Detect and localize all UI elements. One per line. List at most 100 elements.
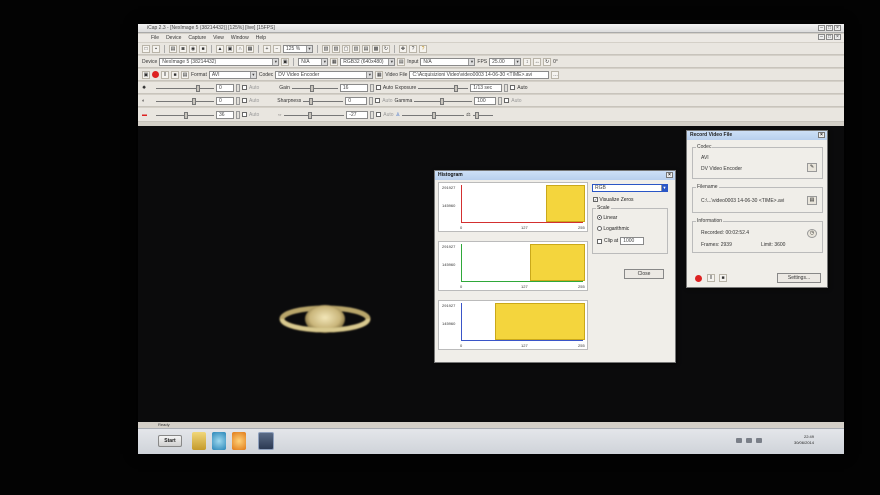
record-start-button[interactable] [695,275,702,282]
gamma-slider[interactable] [414,97,473,105]
visualize-zeros-checkbox[interactable]: ✓ [593,197,598,203]
save-icon[interactable]: ▪ [152,44,160,53]
saturation-value[interactable]: 36 [216,110,234,119]
brightness-auto-checkbox[interactable] [242,85,247,90]
menu-help[interactable]: Help [256,35,266,41]
saturation-auto-checkbox[interactable] [242,112,247,117]
record-icon[interactable]: ◉ [189,44,197,53]
histogram-channel-select[interactable]: RGB ▼ [592,184,668,192]
stop-icon[interactable]: ■ [199,44,207,53]
zoom-select[interactable]: 125 % ▼ [283,44,313,53]
contrast-value[interactable]: 0 [216,96,234,105]
zoom-out-icon[interactable]: − [273,44,281,53]
video-norm-select[interactable]: N/A ▼ [298,57,329,66]
maximize-button[interactable]: □ [826,25,833,31]
mdi-close-button[interactable]: × [834,34,841,40]
grid-icon[interactable]: ▦ [246,44,254,53]
minimize-button[interactable]: – [818,25,825,31]
linear-radio[interactable] [597,215,602,221]
clip-at-field[interactable]: 1000 [620,237,645,245]
file-format-select[interactable]: AVI ▼ [208,70,257,79]
input-select[interactable]: N/A ▼ [420,57,476,66]
visualize-zeros-row[interactable]: ✓ Visualize Zeros [593,197,633,203]
capture-settings-icon[interactable]: ▣ [142,70,150,79]
device-select[interactable]: NexImage 5 (38214432) ▼ [159,57,280,66]
exposure-slider[interactable] [418,84,469,92]
properties-icon[interactable]: ▨ [332,44,340,53]
white-balance-slider-2[interactable] [472,111,493,119]
gamma-auto-checkbox[interactable] [504,98,510,103]
deinterlace-icon[interactable]: ▩ [372,44,380,53]
new-icon[interactable]: □ [142,44,150,53]
record-close-icon[interactable]: × [818,132,825,138]
record-button-icon[interactable] [152,71,159,78]
tray-flag-icon[interactable] [736,438,742,443]
sharpness-spin[interactable] [369,96,374,105]
stop-record-icon[interactable]: ■ [171,70,179,79]
saturation-spin[interactable] [236,110,240,119]
open-icon[interactable]: ▤ [169,44,177,53]
frame-icon[interactable]: ▣ [226,44,234,53]
mdi-minimize-button[interactable]: – [818,34,825,40]
codec-settings-icon[interactable]: ✎ [807,163,817,172]
codec-properties-icon[interactable]: ▦ [375,70,384,79]
exposure-spin[interactable] [504,83,509,92]
tray-network-icon[interactable] [746,438,752,443]
angle-value[interactable]: 0° [553,59,558,65]
close-button[interactable]: × [834,25,841,31]
system-clock[interactable]: 22:49 30/06/2014 [794,434,814,446]
snapshot-icon[interactable]: ◙ [179,44,187,53]
contrast-slider[interactable] [156,97,214,105]
histogram-close-icon[interactable]: × [666,172,673,178]
menu-capture[interactable]: Capture [188,35,206,41]
hue-auto-checkbox[interactable] [376,112,382,117]
tray-volume-icon[interactable] [756,438,762,443]
contrast-auto-checkbox[interactable] [242,98,247,103]
display-settings-icon[interactable]: ▧ [322,44,330,53]
timer-icon[interactable]: ◷ [807,229,817,238]
record-pause-button[interactable]: ‖ [707,274,715,282]
sharpness-value[interactable]: 0 [345,96,368,105]
menu-device[interactable]: Device [166,35,181,41]
explorer-icon[interactable] [192,432,206,450]
gain-slider[interactable] [291,84,338,92]
clip-at-option[interactable]: Clip at 1000 [597,237,645,245]
start-button[interactable]: Start [158,435,182,447]
media-player-icon[interactable] [232,432,246,450]
contrast-spin[interactable] [236,96,240,105]
pause-icon[interactable]: ‖ [161,70,169,79]
gain-spin[interactable] [369,83,374,92]
linear-option[interactable]: Linear [597,215,617,221]
icap-taskbar-icon[interactable] [258,432,274,450]
help-icon[interactable]: ? [419,44,427,53]
hue-value[interactable]: -27 [346,110,369,119]
rotate-icon[interactable]: ↻ [382,44,390,53]
exposure-auto-checkbox[interactable] [510,85,516,90]
clip-at-checkbox[interactable] [597,238,602,244]
cascade-icon[interactable]: ▤ [362,44,370,53]
menu-window[interactable]: Window [231,35,249,41]
capture-options-icon[interactable]: ▤ [181,70,189,79]
internet-explorer-icon[interactable] [212,432,226,450]
hue-slider[interactable] [284,111,345,119]
tile-icon[interactable]: ▥ [352,44,360,53]
menu-view[interactable]: View [213,35,224,41]
record-title-bar[interactable]: Record Video File × [687,131,827,140]
zoom-in-icon[interactable]: + [263,44,271,53]
brightness-spin[interactable] [236,83,240,92]
record-stop-button[interactable]: ■ [719,274,727,282]
flip-horizontal-icon[interactable]: ↔ [533,57,542,66]
fps-select[interactable]: 25.00 ▼ [489,57,522,66]
logarithmic-radio[interactable] [597,226,602,232]
hue-spin[interactable] [370,110,375,119]
white-balance-auto-icon[interactable]: ⚖ [466,112,470,118]
brightness-value[interactable]: 0 [216,83,234,92]
histogram-close-button[interactable]: Close [624,269,664,279]
browse-file-icon[interactable]: … [551,70,560,79]
record-settings-button[interactable]: Settings... [777,273,821,283]
whats-this-icon[interactable]: ? [409,44,417,53]
device-settings-icon[interactable]: ▣ [281,57,290,66]
gamma-spin[interactable] [498,96,503,105]
exposure-value[interactable]: 1/13 sec [470,83,503,92]
gamma-value[interactable]: 100 [474,96,497,105]
